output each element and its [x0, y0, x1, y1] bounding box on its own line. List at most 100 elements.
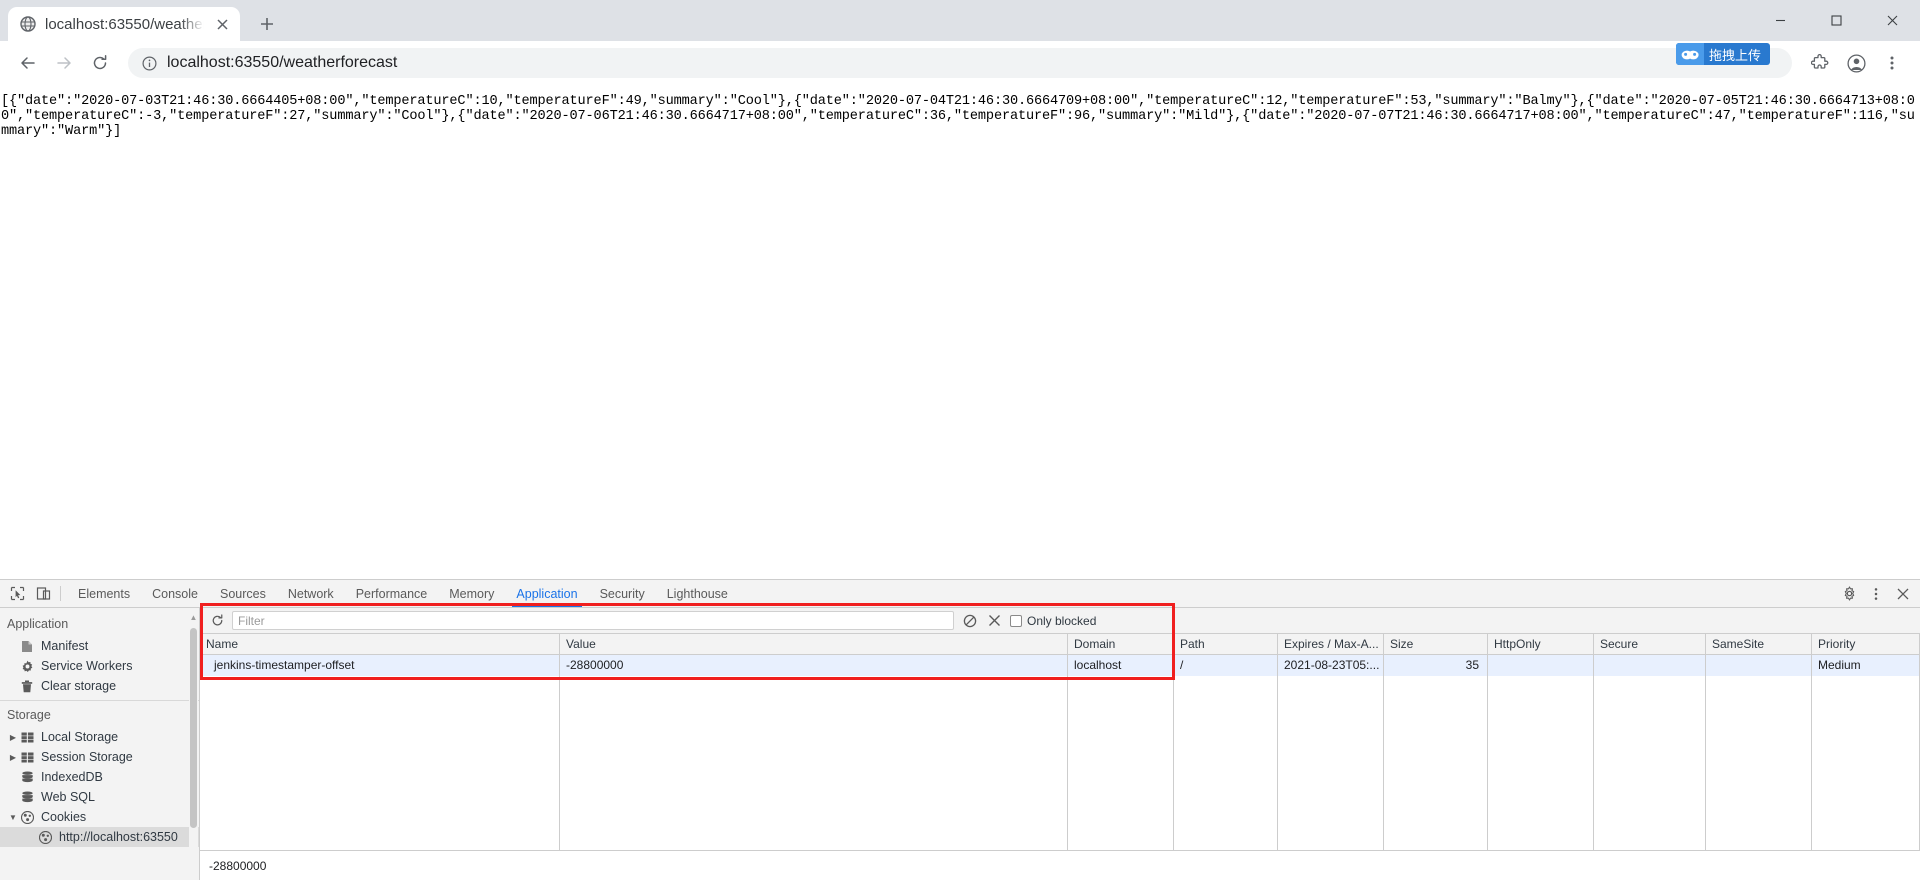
clear-all-cookies-icon[interactable] [962, 613, 978, 629]
sidebar-heading-storage: Storage [7, 708, 51, 722]
filter-placeholder: Filter [238, 613, 265, 628]
browser-tab[interactable]: localhost:63550/weatherforec [8, 7, 240, 41]
inspect-element-icon[interactable] [8, 585, 26, 603]
column-header-samesite[interactable]: SameSite [1706, 634, 1812, 654]
chevron-right-icon[interactable]: ▶ [9, 753, 17, 762]
sidebar-item-label: http://localhost:63550 [59, 830, 178, 844]
sidebar-heading-application: Application [7, 617, 69, 631]
sidebar-scrollbar[interactable]: ▲ [189, 610, 198, 880]
sidebar-item-web-sql[interactable]: Web SQL [0, 787, 199, 807]
toolbar-divider [60, 586, 61, 601]
upload-cloud-icon [1675, 43, 1704, 65]
back-button[interactable] [12, 47, 44, 79]
devtools-tabbar-actions [1840, 580, 1920, 607]
column-header-expires[interactable]: Expires / Max-A... [1278, 634, 1384, 654]
cell-httponly [1488, 655, 1594, 676]
column-header-secure[interactable]: Secure [1594, 634, 1706, 654]
device-toolbar-icon[interactable] [34, 585, 52, 603]
tab-security[interactable]: Security [589, 580, 656, 607]
scrollbar-thumb[interactable] [190, 628, 197, 828]
application-sidebar: Application Manifest Service Workers Cle… [0, 608, 200, 880]
filter-input[interactable]: Filter [232, 611, 954, 630]
sidebar-item-local-storage[interactable]: ▶ Local Storage [0, 727, 199, 747]
tab-sources[interactable]: Sources [209, 580, 277, 607]
sidebar-item-label: Cookies [41, 810, 87, 824]
sidebar-divider [0, 700, 199, 701]
extensions-icon[interactable] [1804, 47, 1836, 79]
cell-expires: 2021-08-23T05:... [1278, 655, 1384, 676]
sidebar-item-cookie-origin[interactable]: http://localhost:63550 [0, 827, 199, 847]
tab-elements[interactable]: Elements [67, 580, 141, 607]
table-row[interactable]: jenkins-timestamper-offset -28800000 loc… [200, 655, 1920, 676]
tab-console[interactable]: Console [141, 580, 209, 607]
refresh-icon[interactable] [210, 614, 224, 628]
column-header-size[interactable]: Size [1384, 634, 1488, 654]
chevron-right-icon[interactable]: ▶ [9, 733, 17, 742]
gear-icon [20, 659, 34, 673]
sidebar-item-clear-storage[interactable]: Clear storage [0, 676, 199, 696]
only-blocked-checkbox[interactable] [1010, 614, 1022, 627]
forward-button[interactable] [48, 47, 80, 79]
upload-extension-badge[interactable]: 拖拽上传 [1675, 43, 1770, 65]
cookie-table: Name Value Domain Path Expires / Max-A..… [200, 634, 1920, 880]
cookie-filter-bar: Filter Only blocked [200, 608, 1920, 634]
cell-samesite [1706, 655, 1812, 676]
tab-performance[interactable]: Performance [345, 580, 439, 607]
only-blocked-label: Only blocked [1027, 613, 1097, 628]
maximize-button[interactable] [1808, 0, 1864, 40]
column-header-value[interactable]: Value [560, 634, 1068, 654]
database-icon [20, 790, 34, 804]
scroll-up-icon[interactable]: ▲ [189, 611, 198, 623]
table-icon [20, 750, 34, 764]
tab-strip: localhost:63550/weatherforec [0, 0, 1920, 41]
more-options-icon[interactable] [1867, 585, 1885, 603]
url-text: localhost:63550/weatherforecast [167, 54, 398, 71]
cookie-icon [38, 830, 52, 844]
browser-toolbar: localhost:63550/weatherforecast 拖拽上传 [0, 41, 1920, 86]
tab-lighthouse[interactable]: Lighthouse [656, 580, 739, 607]
upload-extension-label: 拖拽上传 [1708, 47, 1761, 63]
column-header-name[interactable]: Name [200, 634, 560, 654]
close-window-button[interactable] [1864, 0, 1920, 40]
devtools-body: Application Manifest Service Workers Cle… [0, 603, 1920, 880]
cell-size: 35 [1384, 655, 1488, 676]
column-header-httponly[interactable]: HttpOnly [1488, 634, 1594, 654]
document-icon [20, 639, 34, 653]
minimize-button[interactable] [1752, 0, 1808, 40]
cookie-table-header: Name Value Domain Path Expires / Max-A..… [200, 634, 1920, 655]
sidebar-item-session-storage[interactable]: ▶ Session Storage [0, 747, 199, 767]
new-tab-button[interactable] [250, 7, 284, 41]
tab-network[interactable]: Network [277, 580, 345, 607]
sidebar-item-manifest[interactable]: Manifest [0, 636, 199, 656]
close-devtools-icon[interactable] [1894, 585, 1912, 603]
sidebar-item-cookies[interactable]: ▼ Cookies [0, 807, 199, 827]
window-controls [1752, 0, 1920, 40]
column-header-path[interactable]: Path [1174, 634, 1278, 654]
info-icon[interactable] [142, 55, 157, 71]
sidebar-item-service-workers[interactable]: Service Workers [0, 656, 199, 676]
close-icon[interactable] [213, 15, 231, 33]
sidebar-item-label: Session Storage [41, 750, 133, 764]
profile-avatar-icon[interactable] [1840, 47, 1872, 79]
chevron-down-icon[interactable]: ▼ [9, 813, 17, 822]
cell-name: jenkins-timestamper-offset [200, 655, 560, 676]
sidebar-item-indexeddb[interactable]: IndexedDB [0, 767, 199, 787]
column-header-domain[interactable]: Domain [1068, 634, 1174, 654]
chrome-menu-icon[interactable] [1876, 47, 1908, 79]
table-icon [20, 730, 34, 744]
address-bar[interactable]: localhost:63550/weatherforecast [128, 48, 1792, 78]
cookie-icon [20, 810, 34, 824]
database-icon [20, 770, 34, 784]
only-blocked-checkbox-wrapper[interactable]: Only blocked [1010, 614, 1096, 628]
cell-domain: localhost [1068, 655, 1174, 676]
cookies-panel: Filter Only blocked Name Value Domain Pa… [200, 603, 1920, 880]
cell-priority: Medium [1812, 655, 1920, 676]
tab-memory[interactable]: Memory [438, 580, 505, 607]
settings-gear-icon[interactable] [1840, 585, 1858, 603]
tab-application[interactable]: Application [505, 580, 588, 607]
column-header-priority[interactable]: Priority [1812, 634, 1920, 654]
browser-window: localhost:63550/weatherforec [0, 0, 1920, 880]
delete-selected-cookie-icon[interactable] [986, 613, 1002, 629]
reload-button[interactable] [84, 47, 116, 79]
trash-icon [20, 679, 34, 693]
